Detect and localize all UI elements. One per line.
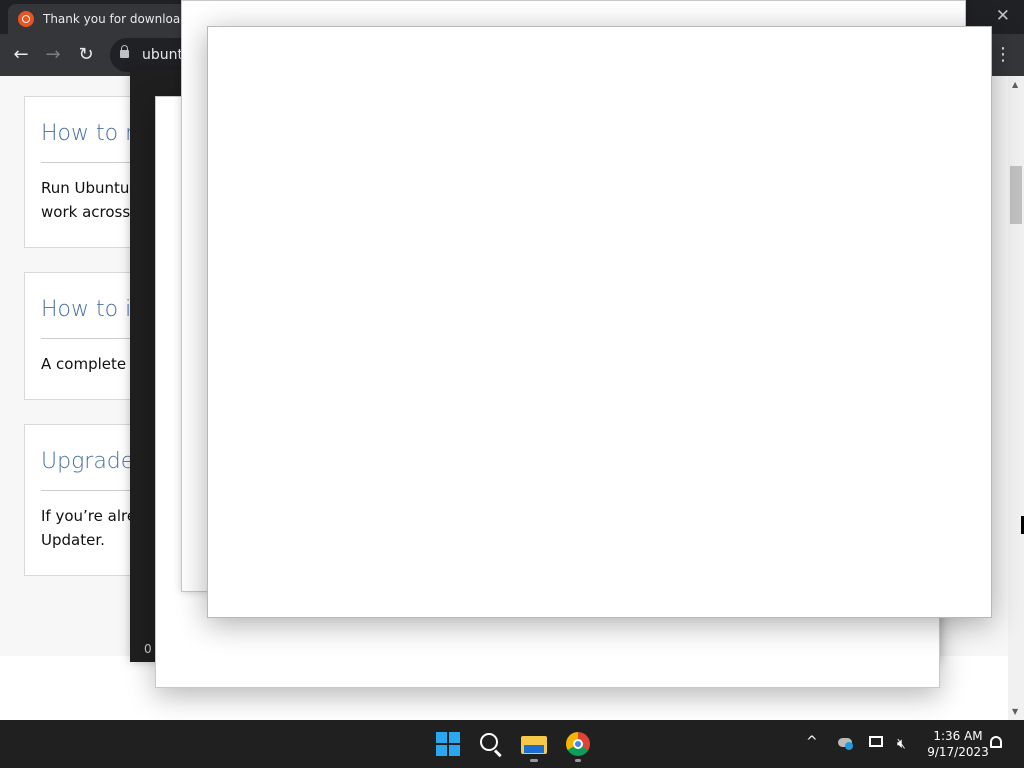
page-scrollbar[interactable]: ▲ ▼ [1008, 76, 1024, 720]
ubuntu-favicon-icon [18, 11, 34, 27]
back-arrow-icon[interactable]: ← [8, 42, 34, 68]
clock-date: 9/17/2023 [927, 745, 989, 759]
blank-app-window-front[interactable] [207, 26, 992, 618]
scroll-thumb[interactable] [1010, 166, 1022, 224]
volume-muted-icon[interactable]: 🔇︎ [897, 736, 906, 752]
browser-tab[interactable]: Thank you for downloadin [8, 4, 188, 34]
onedrive-status-badge-icon [845, 742, 853, 750]
chrome-running-indicator [575, 759, 581, 762]
tab-title: Thank you for downloadin [43, 12, 188, 26]
search-icon[interactable] [474, 728, 506, 760]
scroll-up-arrow-icon[interactable]: ▲ [1012, 80, 1018, 89]
taskbar: ^ 🔇︎ 1:36 AM 9/17/2023 [0, 720, 1024, 768]
show-hidden-icons-chevron-icon[interactable]: ^ [806, 734, 818, 750]
kebab-menu-icon[interactable]: ⋮ [994, 42, 1012, 68]
chrome-icon[interactable] [562, 728, 594, 760]
file-explorer-icon[interactable] [518, 728, 550, 760]
scroll-down-arrow-icon[interactable]: ▼ [1012, 707, 1018, 716]
explorer-running-indicator [530, 759, 538, 762]
reload-icon[interactable]: ↻ [73, 42, 99, 68]
lock-icon[interactable] [120, 45, 129, 58]
close-icon[interactable]: ✕ [996, 6, 1010, 26]
network-icon[interactable] [869, 736, 883, 747]
system-clock[interactable]: 1:36 AM 9/17/2023 [918, 728, 998, 760]
forward-arrow-icon[interactable]: → [40, 42, 66, 68]
notification-bell-icon[interactable] [990, 736, 1002, 748]
windows-start-icon[interactable] [432, 728, 464, 760]
clock-time: 1:36 AM [933, 729, 983, 743]
